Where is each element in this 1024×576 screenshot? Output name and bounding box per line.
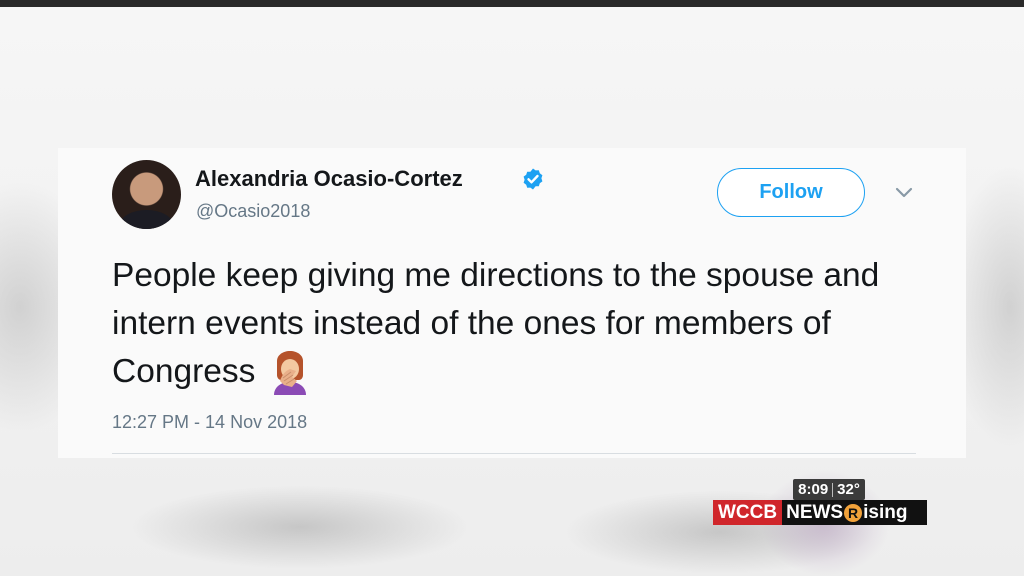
avatar-shoulders [120,210,173,229]
tweet-text: People keep giving me directions to the … [112,252,942,396]
chevron-down-icon[interactable] [894,186,914,200]
broadcast-temperature: 32° [837,481,860,498]
broadcast-clock: 8:09 32° [793,479,865,500]
tweet-divider [112,453,916,454]
station-logo: WCCB NEWS R ising [713,500,927,525]
display-name[interactable]: Alexandria Ocasio-Cortez [195,166,463,192]
logo-program: NEWS R ising [782,500,927,525]
verified-badge-icon [523,168,543,190]
top-letterbox-bar [0,0,1024,7]
avatar[interactable] [112,160,181,229]
facepalm-emoji-icon [273,351,306,396]
tweet-timestamp[interactable]: 12:27 PM - 14 Nov 2018 [112,412,307,433]
logo-r-badge: R [844,503,863,522]
logo-station-name: WCCB [713,500,783,525]
broadcast-time: 8:09 [798,481,829,498]
user-handle[interactable]: @Ocasio2018 [196,201,310,222]
logo-rising-text: ising [863,501,908,523]
clock-separator [832,482,834,497]
logo-news-text: NEWS [786,501,844,523]
tweet-card: Alexandria Ocasio-Cortez @Ocasio2018 Fol… [58,148,966,458]
tweet-body: People keep giving me directions to the … [112,257,880,390]
follow-button[interactable]: Follow [717,168,865,217]
